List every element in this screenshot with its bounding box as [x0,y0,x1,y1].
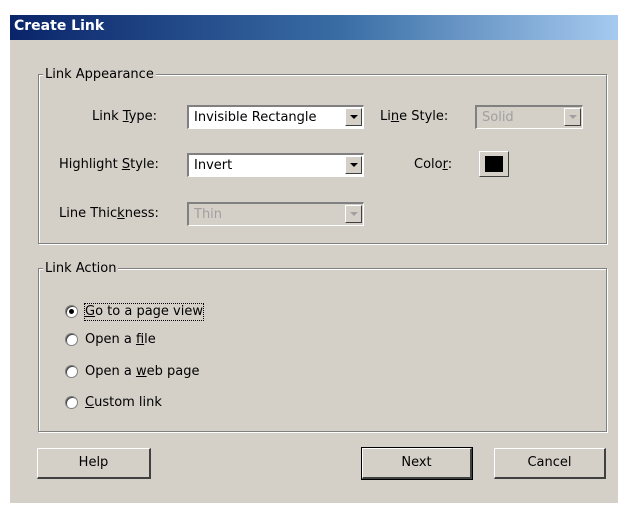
line-style-select: Solid [475,105,583,129]
link-type-dropdown-button[interactable] [345,108,362,126]
next-button[interactable]: Next [362,448,472,479]
chevron-down-icon [350,115,358,119]
link-type-value: Invisible Rectangle [194,110,317,125]
help-button[interactable]: Help [37,448,151,479]
link-action-legend: Link Action [43,261,119,277]
line-style-label: Line Style: [380,109,449,124]
radio-label-open-a-file[interactable]: Open a file [85,332,156,348]
color-label: Color: [414,157,453,172]
radio-label-go-to-page-view[interactable]: Go to a page view [84,303,204,321]
highlight-style-value: Invert [194,158,233,173]
highlight-style-label: Highlight Style: [59,157,159,172]
line-thickness-value: Thin [194,207,223,222]
color-picker-button[interactable] [479,151,509,177]
radio-label-custom-link[interactable]: Custom link [85,395,162,411]
radio-open-a-web-page[interactable] [65,365,78,378]
line-thickness-dropdown-button [345,205,362,223]
dialog-title: Create Link [14,18,105,34]
radio-custom-link[interactable] [65,396,78,409]
radio-open-a-file[interactable] [65,333,78,346]
highlight-style-dropdown-button[interactable] [345,156,362,174]
color-swatch [485,156,503,172]
line-style-dropdown-button [564,108,581,126]
highlight-style-select[interactable]: Invert [187,153,364,177]
line-style-value: Solid [482,110,514,125]
link-appearance-legend: Link Appearance [43,67,156,83]
radio-selected-dot [69,309,74,314]
radio-go-to-page-view[interactable] [65,305,78,318]
chevron-down-icon [350,163,358,167]
line-thickness-select: Thin [187,202,364,226]
link-type-label: Link Type: [92,109,158,124]
chevron-down-icon [350,212,358,216]
line-thickness-label: Line Thickness: [59,206,159,221]
title-bar[interactable]: Create Link [10,15,618,40]
link-type-select[interactable]: Invisible Rectangle [187,105,364,129]
create-link-dialog: Create Link Link Appearance Link Type: I… [10,15,618,503]
chevron-down-icon [569,115,577,119]
cancel-button[interactable]: Cancel [494,448,606,479]
radio-label-open-a-web-page[interactable]: Open a web page [85,364,199,380]
